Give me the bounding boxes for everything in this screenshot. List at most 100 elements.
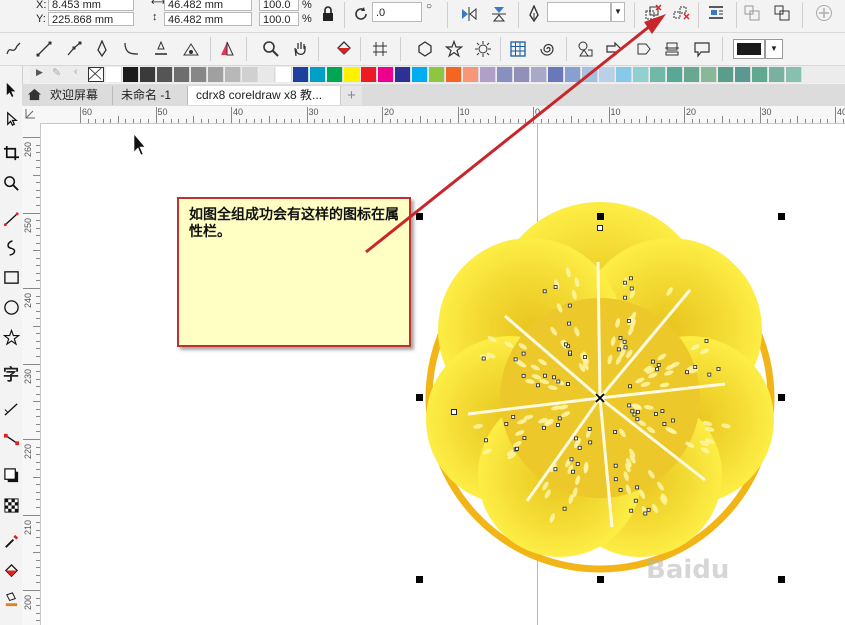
text-tool-icon[interactable]: 字 [1, 363, 21, 384]
color-swatch[interactable] [344, 67, 360, 82]
color-swatch[interactable] [327, 67, 343, 82]
color-swatch[interactable] [480, 67, 496, 82]
chevron-down-icon[interactable]: ▼ [611, 2, 625, 22]
arrow-shapes-icon[interactable] [604, 39, 624, 59]
home-icon[interactable] [27, 87, 42, 105]
color-swatch[interactable] [259, 67, 275, 82]
crop-tool-icon[interactable] [1, 143, 21, 163]
color-swatch[interactable] [752, 67, 768, 82]
ellipse-tool-icon[interactable] [1, 297, 21, 317]
color-swatch[interactable] [769, 67, 785, 82]
complex-star-icon[interactable] [473, 39, 493, 59]
eyedropper-icon[interactable]: ✎ [52, 66, 61, 79]
color-swatch[interactable] [157, 67, 173, 82]
artistic-media-icon[interactable] [1, 237, 21, 257]
eyedropper-tool-icon[interactable] [1, 531, 21, 551]
color-swatch[interactable] [412, 67, 428, 82]
banner-shapes-icon[interactable] [662, 39, 682, 59]
color-swatch[interactable] [701, 67, 717, 82]
pick-tool-icon[interactable] [1, 79, 21, 99]
outline-pen-icon[interactable] [524, 4, 544, 24]
color-swatch[interactable] [293, 67, 309, 82]
add-icon[interactable] [814, 3, 834, 23]
color-swatch[interactable] [735, 67, 751, 82]
polygon-tool-icon[interactable] [1, 327, 21, 347]
selection-handle-bottom-left[interactable] [416, 576, 423, 583]
smart-fill-icon[interactable] [334, 39, 354, 59]
color-swatch[interactable] [174, 67, 190, 82]
tab-untitled[interactable]: 未命名 -1 [112, 86, 180, 105]
scroll-left-icon[interactable]: ▶ [36, 67, 43, 78]
color-swatch[interactable] [548, 67, 564, 82]
selection-handle-left[interactable] [416, 394, 423, 401]
fill-color-picker[interactable] [733, 39, 765, 59]
parallel-dimension-icon[interactable] [1, 399, 21, 419]
add-tab-button[interactable]: + [340, 86, 362, 105]
color-swatch[interactable] [446, 67, 462, 82]
width-field[interactable]: 46.482 mm [164, 0, 252, 11]
color-swatch[interactable] [565, 67, 581, 82]
color-swatch[interactable] [718, 67, 734, 82]
x-position-field[interactable]: 8.453 mm [48, 0, 134, 11]
color-swatch[interactable] [310, 67, 326, 82]
outline-width-select[interactable] [547, 2, 611, 22]
vertical-ruler[interactable]: 260 250 240 230 220 210 200 [22, 123, 41, 625]
text-wrap-icon[interactable] [706, 3, 726, 23]
color-swatch[interactable] [395, 67, 411, 82]
to-back-icon[interactable] [772, 3, 792, 23]
three-point-curve-icon[interactable] [181, 39, 201, 59]
connector-tool-icon[interactable] [1, 429, 21, 449]
color-swatch[interactable] [242, 67, 258, 82]
rectangle-tool-icon[interactable] [1, 267, 21, 287]
shape-tool-icon[interactable] [1, 109, 21, 129]
interactive-fill-icon[interactable] [1, 561, 21, 581]
color-swatch[interactable] [378, 67, 394, 82]
color-swatch[interactable] [582, 67, 598, 82]
color-swatch[interactable] [361, 67, 377, 82]
color-swatch[interactable] [208, 67, 224, 82]
mirror-vertical-icon[interactable] [489, 4, 509, 24]
selection-handle-bottom[interactable] [597, 576, 604, 583]
mirror-horizontal-icon[interactable] [459, 4, 479, 24]
color-swatch[interactable] [667, 67, 683, 82]
selection-handle-top-right[interactable] [778, 213, 785, 220]
zoom-tool-icon[interactable] [1, 173, 21, 193]
polyline-icon[interactable] [151, 39, 171, 59]
pen-icon[interactable] [92, 39, 112, 59]
polygon-icon[interactable] [415, 39, 435, 59]
selection-handle-top-left[interactable] [416, 213, 423, 220]
selection-handle-top[interactable] [597, 213, 604, 220]
color-swatch[interactable] [106, 67, 122, 82]
color-swatch[interactable] [531, 67, 547, 82]
lemon-slice-artwork[interactable] [400, 200, 820, 600]
color-swatch[interactable] [140, 67, 156, 82]
transparency-icon[interactable] [1, 495, 21, 515]
color-swatch[interactable] [786, 67, 802, 82]
color-swatch[interactable] [463, 67, 479, 82]
callout-shapes-icon[interactable] [692, 39, 712, 59]
chevron-down-icon[interactable]: ▼ [765, 39, 783, 59]
color-swatch[interactable] [191, 67, 207, 82]
selection-handle-bottom-right[interactable] [778, 576, 785, 583]
pan-hand-icon[interactable] [290, 39, 310, 59]
graph-paper-icon[interactable] [508, 39, 528, 59]
no-color-swatch[interactable] [88, 67, 104, 82]
group-objects-icon[interactable] [643, 3, 663, 23]
ungroup-all-icon[interactable] [671, 3, 691, 23]
zoom-icon[interactable] [261, 39, 281, 59]
height-field[interactable]: 46.482 mm [164, 12, 252, 26]
y-position-field[interactable]: 225.868 mm [48, 12, 134, 26]
color-swatch[interactable] [514, 67, 530, 82]
scroll-back-icon[interactable]: ‹ [74, 66, 78, 78]
color-swatch[interactable] [497, 67, 513, 82]
two-point-line-icon[interactable] [34, 39, 54, 59]
smart-fill-tool-icon[interactable] [1, 589, 21, 609]
freehand-icon[interactable] [4, 39, 24, 59]
basic-shapes-icon[interactable] [575, 39, 595, 59]
color-swatch[interactable] [599, 67, 615, 82]
color-swatch[interactable] [123, 67, 139, 82]
scale-x-field[interactable]: 100.0 [259, 0, 299, 11]
color-swatch[interactable] [684, 67, 700, 82]
color-swatch[interactable] [616, 67, 632, 82]
bezier-icon[interactable] [64, 39, 84, 59]
